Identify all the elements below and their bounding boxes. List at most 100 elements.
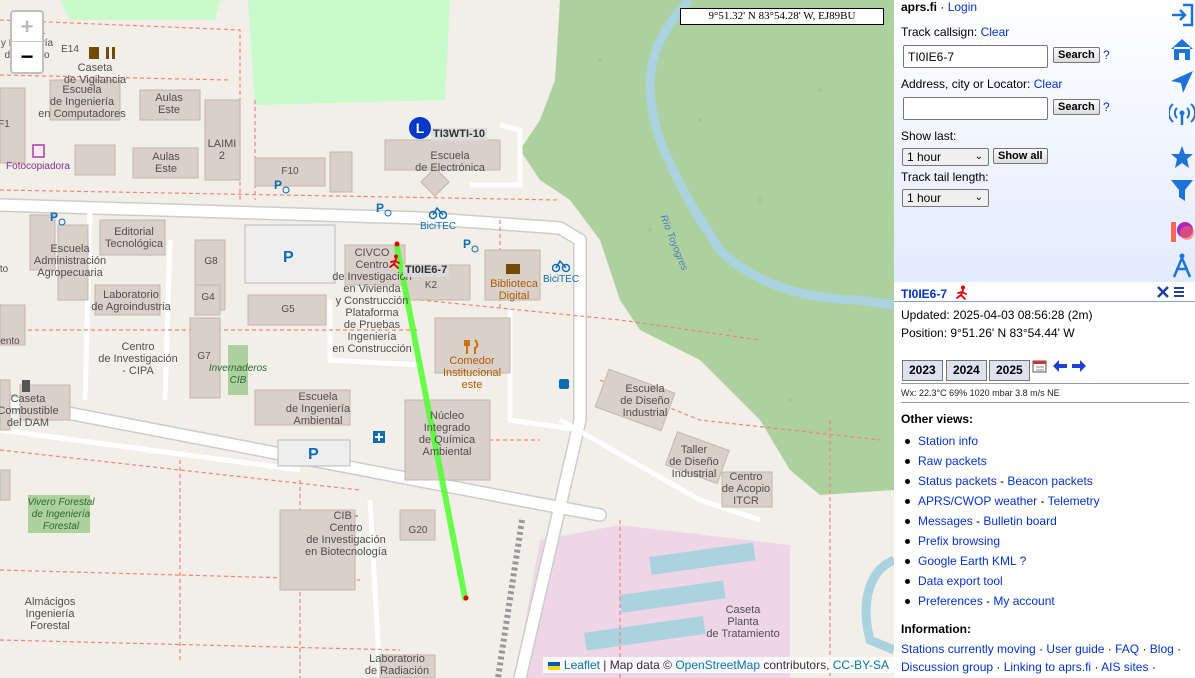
menu-icon[interactable] (1172, 285, 1186, 299)
map-label: Caseta Combustible del DAM (0, 393, 59, 429)
map-label: Escuela de Ingeniería Ambiental (285, 391, 351, 427)
other-view-link[interactable]: Preferences (918, 594, 983, 608)
calendar-icon[interactable] (1032, 359, 1047, 373)
parking-icon: P (283, 249, 294, 265)
coordinate-readout: 9°51.32' N 83°54.28' W, EJ89BU (680, 8, 884, 25)
position-text: Position: 9°51.26' N 83°54.44' W (901, 326, 1075, 340)
map-label: CIB - Centro de Investigación en Biotecnolo… (305, 510, 387, 558)
zoom-out-icon[interactable]: − (12, 42, 42, 72)
runner-icon[interactable] (387, 254, 403, 270)
fuel-icon (22, 380, 30, 392)
info-link[interactable]: FAQ (1115, 642, 1139, 656)
help-link[interactable]: ? (1020, 554, 1027, 568)
track-callsign-row: Track callsign: Clear (901, 25, 1009, 39)
other-view-link[interactable]: My account (993, 594, 1054, 608)
chevron-down-icon: ⌄ (974, 151, 983, 162)
info-link[interactable]: Discussion group (901, 660, 993, 674)
svg-text:P: P (50, 210, 58, 224)
close-icon[interactable] (1156, 285, 1170, 299)
list-item: APRS/CWOP weather - Telemetry (905, 493, 1100, 513)
track-callsign-label: Track callsign: (901, 25, 978, 39)
search-address-button[interactable]: Search (1053, 99, 1100, 115)
map-label: Centro de Acopio ITCR (721, 471, 771, 507)
list-separator: - (972, 514, 984, 528)
map[interactable]: Escuelay Ingenieríade Diseño E14 Casetad… (0, 0, 894, 678)
arrow-right-icon[interactable] (1070, 359, 1088, 373)
map-label: Taller de Diseño Industrial (669, 444, 719, 480)
list-separator: - (982, 594, 994, 608)
attribution-text: contributors, (763, 658, 830, 672)
map-label: LAIMI 2 (207, 138, 237, 162)
other-view-link[interactable]: Bulletin board (983, 514, 1056, 528)
radio-tower-icon[interactable] (1167, 101, 1195, 127)
license-link[interactable]: CC-BY-SA (833, 658, 889, 672)
address-label: Address, city or Locator: (901, 77, 1031, 91)
tail-length-select[interactable]: 1 hour ⌄ (902, 189, 989, 207)
clear-callsign-link[interactable]: Clear (981, 25, 1010, 39)
separator: · (1091, 660, 1102, 674)
station-label[interactable]: TI0IE6-7 (403, 264, 450, 277)
map-label: Aulas Este (155, 92, 183, 116)
info-link[interactable]: Blog (1150, 642, 1174, 656)
other-view-link[interactable]: Station info (918, 434, 978, 448)
map-label: Editorial Tecnológica (104, 226, 164, 250)
info-link[interactable]: Linking to aprs.fi (1004, 660, 1091, 674)
osm-link[interactable]: OpenStreetMap (675, 658, 760, 672)
other-views-heading: Other views: (901, 412, 974, 426)
year-tab-2023[interactable]: 2023 (902, 360, 943, 381)
home-icon[interactable] (1169, 36, 1195, 62)
other-view-link[interactable]: APRS/CWOP weather (918, 494, 1037, 508)
map-label: Fotocopiadora (6, 161, 70, 172)
tail-length-value: 1 hour (907, 191, 942, 205)
other-view-link[interactable]: Raw packets (918, 454, 987, 468)
year-tab-2025[interactable]: 2025 (989, 360, 1030, 381)
track-point (463, 595, 469, 601)
year-tab-2024[interactable]: 2024 (946, 360, 987, 381)
address-input[interactable] (903, 97, 1048, 120)
list-separator: - (1037, 494, 1048, 508)
compass-icon[interactable] (1169, 252, 1195, 278)
arrow-left-icon[interactable] (1051, 359, 1069, 373)
list-item: Google Earth KML ? (905, 553, 1100, 573)
tail-length-label: Track tail length: (901, 170, 989, 184)
other-view-link[interactable]: Status packets (918, 474, 997, 488)
info-link[interactable]: AIS sites (1101, 660, 1148, 674)
zoom-control: + − (10, 10, 44, 74)
map-label: G5 (281, 304, 295, 315)
info-link[interactable]: User guide (1046, 642, 1104, 656)
filter-icon[interactable] (1169, 177, 1195, 203)
map-attribution: Leaflet | Map data © OpenStreetMap contr… (542, 657, 894, 673)
sidebar-collapse-icon[interactable] (1169, 2, 1195, 28)
login-link[interactable]: Login (948, 0, 977, 14)
clear-address-link[interactable]: Clear (1034, 77, 1063, 91)
star-icon[interactable] (1169, 144, 1195, 170)
station-callsign-link[interactable]: TI0IE6-7 (901, 287, 947, 301)
patreon-icon[interactable] (1169, 219, 1195, 245)
info-link[interactable]: Stations currently moving (901, 642, 1036, 656)
leaflet-link[interactable]: Leaflet (564, 658, 600, 672)
copyshop-icon (32, 144, 45, 158)
show-last-select[interactable]: 1 hour ⌄ (902, 148, 989, 166)
show-all-button[interactable]: Show all (993, 148, 1048, 164)
station-marker[interactable]: L (409, 117, 431, 139)
map-label: Laboratorio de Radiación (364, 653, 430, 677)
other-view-link[interactable]: Beacon packets (1007, 474, 1092, 488)
other-view-link[interactable]: Messages (918, 514, 973, 528)
other-view-link[interactable]: Google Earth KML (918, 554, 1016, 568)
separator: · (940, 0, 945, 14)
other-view-link[interactable]: Prefix browsing (918, 534, 1000, 548)
search-callsign-button[interactable]: Search (1053, 47, 1100, 63)
map-label: Almácigos Ingeniería Forestal (24, 596, 76, 632)
other-view-link[interactable]: Telemetry (1048, 494, 1100, 508)
address-help-link[interactable]: ? (1103, 100, 1110, 114)
bike-parking-icon: P (376, 201, 392, 217)
zoom-in-icon[interactable]: + (12, 12, 42, 42)
navigate-icon[interactable] (1169, 69, 1195, 95)
separator: · (1148, 660, 1156, 674)
other-view-link[interactable]: Data export tool (918, 574, 1003, 588)
station-label[interactable]: TI3WTI-10 (431, 128, 487, 141)
callsign-input[interactable] (903, 45, 1048, 68)
callsign-help-link[interactable]: ? (1103, 48, 1110, 62)
show-last-value: 1 hour (907, 150, 942, 164)
list-item: Preferences - My account (905, 593, 1100, 613)
